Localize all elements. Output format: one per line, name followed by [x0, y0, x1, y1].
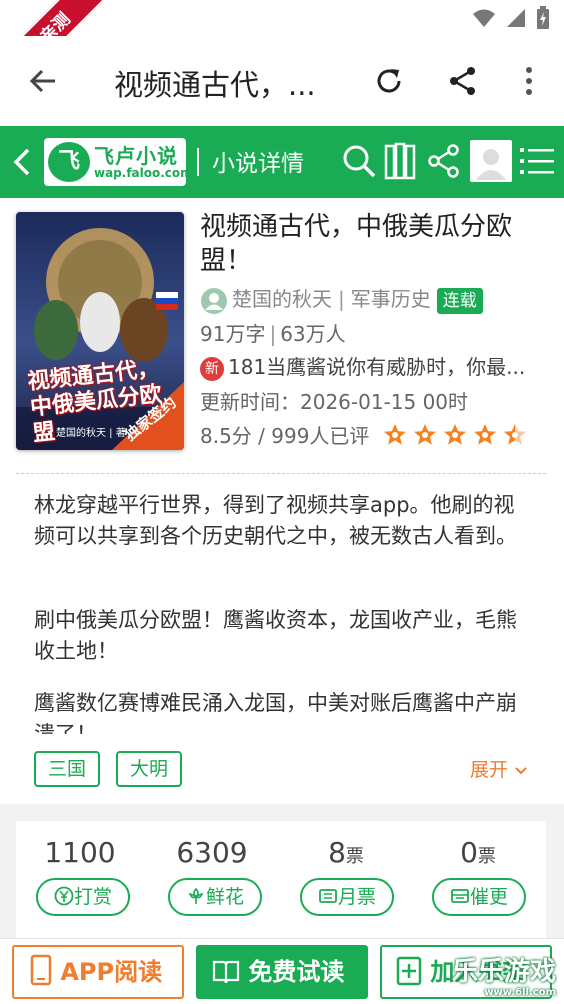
expand-button[interactable]: 展开: [470, 755, 528, 782]
avatar[interactable]: [470, 140, 512, 182]
star-full-icon: [413, 424, 436, 445]
description-paragraph: 鹰酱数亿赛博难民涌入龙国，中美对账后鹰酱中产崩溃了！: [34, 691, 517, 734]
refresh-icon[interactable]: [374, 66, 404, 96]
chevron-down-icon: [515, 767, 527, 775]
browser-title: 视频通古代，...: [114, 68, 316, 102]
user-icon: [476, 149, 506, 180]
word-count: 91万字: [200, 322, 266, 346]
logo-title: 飞卢小说: [94, 144, 178, 168]
stat-value-urge: 0票: [460, 836, 496, 869]
status-badge: 连载: [436, 287, 483, 314]
chevron-left-icon[interactable]: [12, 148, 32, 176]
wifi-icon: [473, 9, 495, 27]
menu-list-icon[interactable]: [520, 146, 554, 176]
author-name[interactable]: 楚国的秋天: [232, 287, 332, 311]
more-vert-icon[interactable]: [522, 66, 536, 96]
back-arrow-icon[interactable]: [28, 66, 58, 96]
flower-button[interactable]: 鲜花: [168, 878, 262, 916]
corner-watermark: 乐乐游戏 www.6ll.com: [451, 957, 556, 998]
system-icons: [472, 6, 550, 30]
new-badge: 新: [200, 356, 224, 381]
description-paragraph: 林龙穿越平行世界，得到了视频共享app。他刷的视频可以共享到各个历史朝代之中，被…: [34, 493, 517, 548]
reader-count: 63万人: [280, 322, 346, 346]
star-rating: [382, 424, 532, 448]
flower-icon: [188, 887, 204, 904]
book-open-icon: [212, 960, 240, 984]
rating-line: 8.5分 / 999人已评: [200, 420, 532, 449]
rating-text: 8.5分 / 999人已评: [200, 424, 370, 448]
author-avatar-icon: [201, 287, 227, 314]
free-read-button[interactable]: 免费试读: [196, 945, 368, 999]
bookshelf-icon[interactable]: [384, 142, 418, 180]
site-logo[interactable]: 飞 飞卢小说 wap.faloo.com: [44, 138, 193, 186]
book-category[interactable]: 军事历史: [351, 287, 431, 311]
star-full-icon: [443, 424, 466, 445]
signal-icon: [507, 9, 525, 27]
ticket-icon: [319, 889, 337, 903]
description-paragraph: 刷中俄美瓜分欧盟！鹰酱收资本，龙国收产业，毛熊收土地！: [34, 608, 517, 663]
cover-author: 楚国的秋天 | 著: [56, 428, 126, 439]
add-box-icon: [396, 956, 422, 986]
stat-value-reward: 1100: [44, 836, 116, 869]
star-full-icon: [473, 424, 496, 445]
header-divider: [197, 148, 199, 176]
browser-toolbar: 视频通古代，...: [0, 36, 564, 126]
yen-icon: [54, 886, 74, 906]
phone-icon: [30, 954, 52, 986]
battery-charging-icon: [537, 6, 549, 29]
stat-value-flowers: 6309: [176, 836, 248, 869]
book-stats-line: 91万字 | 63万人: [200, 322, 346, 346]
urge-update-button[interactable]: 催更: [432, 878, 526, 916]
tag-chip[interactable]: 大明: [116, 751, 182, 787]
star-half-icon: [503, 424, 526, 445]
alarm-icon: [451, 889, 469, 903]
latest-chapter-title: 181当鹰酱说你有威胁时，你最...: [228, 355, 526, 379]
divider: [16, 473, 546, 474]
logo-url: wap.faloo.com: [94, 166, 193, 180]
reward-button[interactable]: 打赏: [36, 878, 130, 916]
share-icon[interactable]: [428, 144, 460, 178]
logo-mark: 飞: [48, 142, 90, 182]
author-line: 楚国的秋天 | 军事历史 连载: [200, 283, 483, 315]
latest-chapter[interactable]: 新 181当鹰酱说你有威胁时，你最...: [200, 351, 546, 381]
share-icon[interactable]: [448, 66, 478, 96]
search-icon[interactable]: [342, 144, 376, 178]
update-time: 更新时间：2026-01-15 00时: [200, 390, 469, 414]
bottom-action-bar: APP阅读 免费试读 加入书架 乐乐游戏 www.6ll.com: [0, 938, 564, 1004]
site-header: 飞 飞卢小说 wap.faloo.com 小说详情: [0, 126, 564, 198]
book-cover[interactable]: 视频通古代，中俄美瓜分欧盟 楚国的秋天 | 著 独家签约: [16, 212, 184, 450]
page-title: 小说详情: [212, 151, 304, 177]
tag-chip[interactable]: 三国: [34, 751, 100, 787]
expand-label: 展开: [470, 759, 509, 781]
book-title: 视频通古代，中俄美瓜分欧盟！: [200, 212, 513, 276]
monthly-ticket-button[interactable]: 月票: [300, 878, 394, 916]
star-full-icon: [383, 424, 406, 445]
app-read-button[interactable]: APP阅读: [12, 945, 184, 999]
stat-value-monthly-tickets: 8票: [328, 836, 364, 869]
